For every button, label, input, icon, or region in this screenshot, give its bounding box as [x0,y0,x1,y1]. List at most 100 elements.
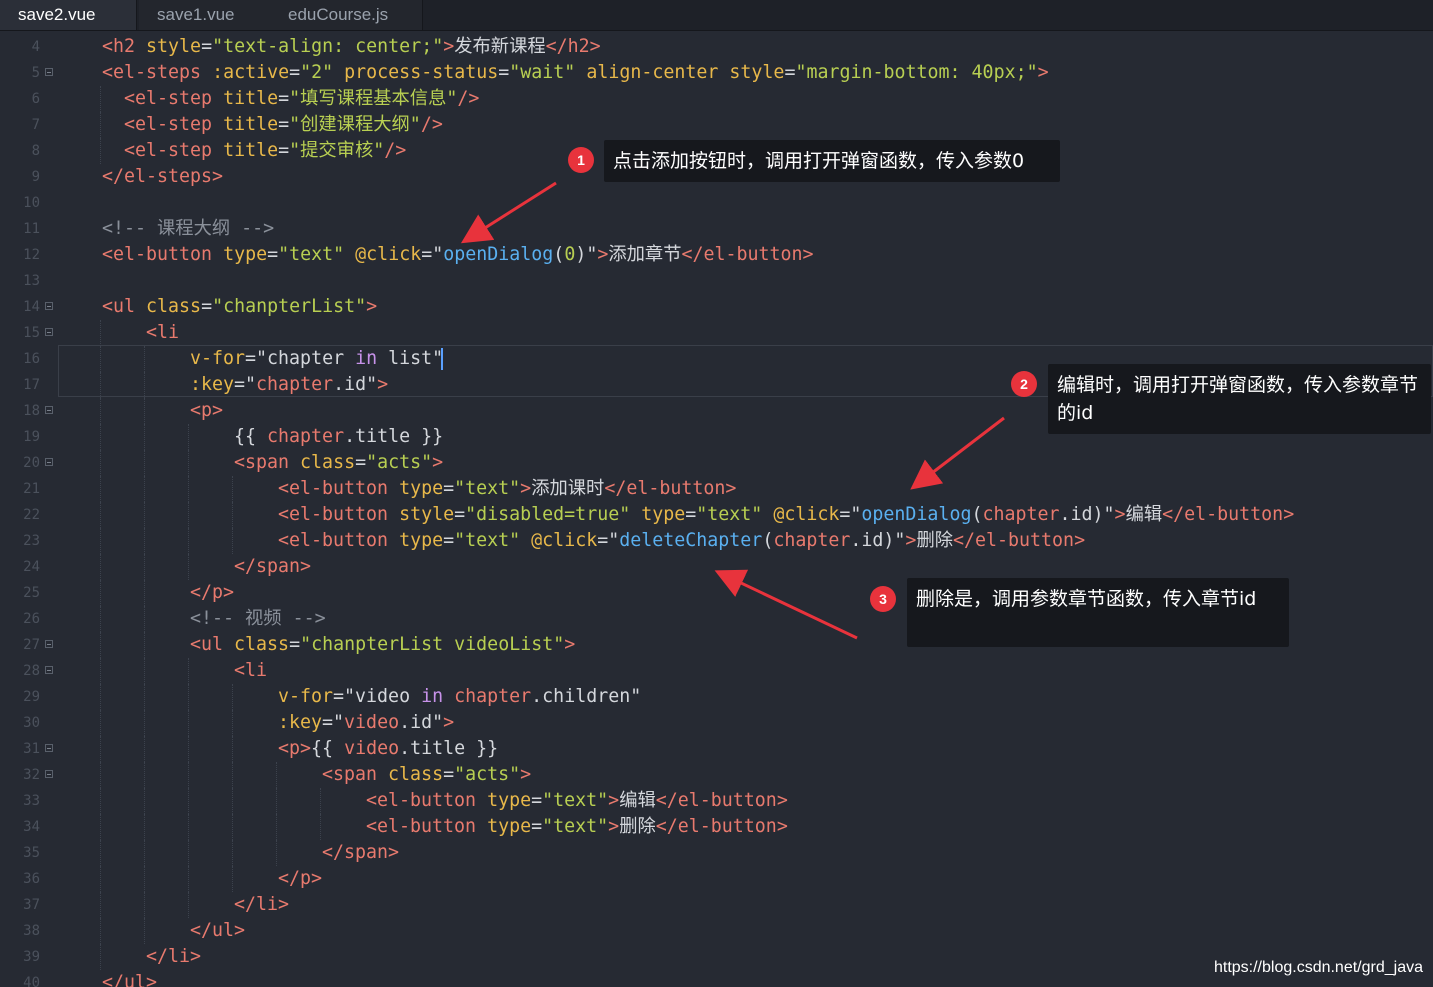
code-line[interactable]: 34 <el-button type="text">删除</el-button> [0,814,1433,840]
code-line[interactable]: 10 [0,190,1433,216]
code-token-text: = [443,764,455,785]
fold-toggle-icon[interactable] [45,770,53,778]
code-line[interactable]: 37 </li> [0,892,1433,918]
code-line[interactable]: 22 <el-button style="disabled=true" type=… [0,502,1433,528]
code-token-tag: <el-button [278,504,400,525]
code-line[interactable]: 7 <el-step title="创建课程大纲"/> [0,112,1433,138]
code-token-text: = [278,88,290,109]
code-line[interactable]: 13 [0,268,1433,294]
fold-toggle-icon[interactable] [45,302,53,310]
indent-guide [100,788,101,814]
code-token-text: {{ [234,426,268,447]
indent-guide [144,658,145,684]
code-token-text: = [443,478,455,499]
code-token-attr: class [234,634,290,655]
indent-guide [188,866,189,892]
code-line[interactable]: 30:key="video.id"> [0,710,1433,736]
indent-guide [188,450,189,476]
code-token-tag: </h2> [545,36,601,57]
code-line[interactable]: 6 <el-step title="填写课程基本信息"/> [0,86,1433,112]
code-text: </ul> [102,970,157,987]
code-token-tag: <el-step [124,140,224,161]
code-line[interactable]: 31 <p>{{ video.title }} [0,736,1433,762]
code-line[interactable]: 32 <span class="acts"> [0,762,1433,788]
indent-guide [100,554,101,580]
code-token-var: chapter [982,504,1060,525]
code-line[interactable]: 14 <ul class="chanpterList"> [0,294,1433,320]
code-text: <el-button type="text">删除</el-button> [366,814,788,840]
indent-guide [188,814,189,840]
code-line[interactable]: 29 v-for="video in chapter.children" [0,684,1433,710]
code-line[interactable]: 38 </ul> [0,918,1433,944]
line-number: 38 [23,923,40,939]
indent-guide [144,372,145,398]
tab-save2-vue[interactable]: save2.vue [0,0,137,30]
code-line[interactable]: 28 <li [0,658,1433,684]
indent-guide [276,814,277,840]
code-token-text: =" [234,374,257,395]
code-token-var: chapter [773,530,851,551]
code-token-tag: > [608,790,620,811]
line-number: 11 [23,221,40,237]
code-token-attr: style [146,36,202,57]
code-token-text: 发布新课程 [454,36,546,57]
tab-save1-vue[interactable]: save1.vue [139,0,276,30]
code-token-attr: align-center [586,62,730,83]
code-token-tag: > [443,712,455,733]
code-line[interactable]: 35 </span> [0,840,1433,866]
code-text: <el-step title="提交审核"/> [124,138,406,164]
code-line[interactable]: 20 <span class="acts"> [0,450,1433,476]
code-text: </span> [322,840,399,866]
fold-toggle-icon[interactable] [45,406,53,414]
code-line[interactable]: 4 <h2 style="text-align: center;">发布新课程</… [0,34,1433,60]
code-line[interactable]: 21 <el-button type="text">添加课时</el-button… [0,476,1433,502]
code-token-tag: > [443,36,455,57]
fold-toggle-icon[interactable] [45,68,53,76]
code-line[interactable]: 11 <!-- 课程大纲 --> [0,216,1433,242]
code-token-var: video [344,712,400,733]
code-line[interactable]: 5 <el-steps :active="2" process-status="w… [0,60,1433,86]
fold-toggle-icon[interactable] [45,458,53,466]
code-token-text: =" [322,712,345,733]
code-token-tag: <el-steps [102,62,213,83]
code-token-text: 删除 [619,816,656,837]
line-number: 22 [23,507,40,523]
code-line[interactable]: 15 <li [0,320,1433,346]
fold-toggle-icon[interactable] [45,640,53,648]
fold-toggle-icon[interactable] [45,328,53,336]
tab-educourse-js[interactable]: eduCourse.js [270,0,423,30]
code-token-attr: :active [212,62,290,83]
code-line[interactable]: 12 <el-button type="text" @click="openDia… [0,242,1433,268]
indent-guide [100,450,101,476]
line-number: 14 [23,299,40,315]
code-token-string: "chanpterList videoList" [300,634,565,655]
fold-toggle-icon[interactable] [45,744,53,752]
indent-guide [100,138,101,164]
code-line[interactable]: 24 </span> [0,554,1433,580]
line-number: 4 [31,39,40,55]
code-token-text: ( [971,504,983,525]
code-token-attr: type [399,478,444,499]
code-line[interactable]: 33 <el-button type="text">编辑</el-button> [0,788,1433,814]
code-token-attr: @click [773,504,840,525]
code-token-text: =" [839,504,862,525]
code-line[interactable]: 23 <el-button type="text" @click="deleteC… [0,528,1433,554]
code-token-attr: style [729,62,785,83]
code-token-tag: </el-button> [604,478,737,499]
code-token-string: "text" [542,816,609,837]
code-token-tag: <li [146,322,180,343]
line-number: 13 [23,273,40,289]
indent-guide [144,398,145,424]
code-token-text: .title }} [344,426,444,447]
line-number: 7 [31,117,40,133]
code-token-attr: title [223,140,279,161]
indent-guide [144,450,145,476]
fold-toggle-icon[interactable] [45,666,53,674]
line-number: 29 [23,689,40,705]
line-number: 33 [23,793,40,809]
code-token-tag: </p> [190,582,235,603]
code-token-text: 编辑 [1125,504,1163,525]
code-line[interactable]: 36 </p> [0,866,1433,892]
code-token-tag: <el-button [278,530,400,551]
code-text: </li> [234,892,289,918]
